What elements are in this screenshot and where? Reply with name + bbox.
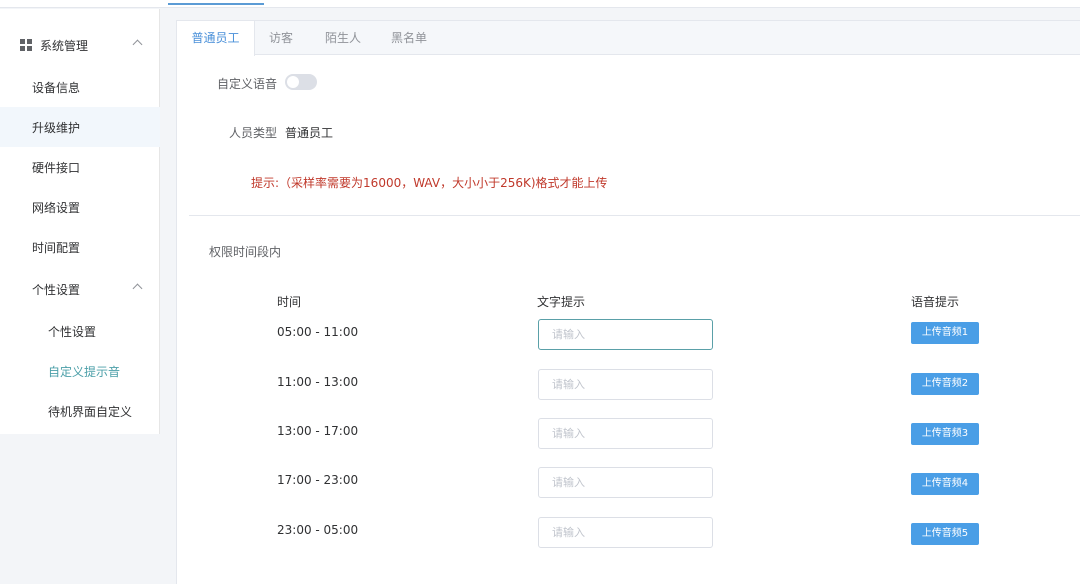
text-hint-input[interactable]	[538, 517, 713, 548]
row-time: 11:00 - 13:00	[277, 375, 359, 389]
custom-voice-label: 自定义语音	[216, 77, 277, 91]
upload-audio-button[interactable]: 上传音频4	[911, 473, 979, 495]
grid-icon	[20, 39, 32, 51]
sidebar-item-label: 自定义提示音	[48, 365, 121, 379]
text-hint-input[interactable]	[538, 418, 713, 449]
switch-knob	[287, 76, 299, 88]
sidebar-item-time[interactable]: 时间配置	[0, 227, 160, 267]
sidebar-item-device-info[interactable]: 设备信息	[0, 67, 160, 107]
sidebar-item-label: 网络设置	[32, 201, 81, 215]
chevron-up-icon	[132, 39, 143, 50]
text-hint-input[interactable]	[538, 369, 713, 400]
sidebar-subitem-custom-sound[interactable]: 自定义提示音	[0, 351, 160, 391]
sidebar-item-label: 个性设置	[48, 325, 97, 339]
sidebar-item-label: 硬件接口	[32, 161, 81, 175]
tab-bar: 普通员工 访客 陌生人 黑名单	[177, 21, 1080, 56]
section-title: 权限时间段内	[209, 245, 282, 259]
sidebar-item-network[interactable]: 网络设置	[0, 187, 160, 227]
main-panel: 普通员工 访客 陌生人 黑名单 自定义语音 人员类型 普通员工 提示:（采样率需…	[176, 20, 1080, 584]
sidebar-group-system-label: 系统管理	[40, 39, 89, 53]
sidebar-item-hardware[interactable]: 硬件接口	[0, 147, 160, 187]
sidebar-item-label: 设备信息	[32, 81, 81, 95]
top-nav-active-indicator	[168, 3, 264, 5]
upload-audio-button[interactable]: 上传音频3	[911, 423, 979, 445]
tab-blacklist[interactable]: 黑名单	[379, 21, 439, 55]
upload-audio-button[interactable]: 上传音频1	[911, 322, 979, 344]
person-type-value: 普通员工	[285, 126, 334, 140]
section-divider	[189, 215, 1080, 216]
tab-visitor[interactable]: 访客	[255, 21, 307, 55]
sidebar-item-upgrade[interactable]: 升级维护	[0, 107, 160, 147]
custom-voice-switch[interactable]	[285, 74, 317, 90]
column-header-text: 文字提示	[537, 295, 586, 309]
tab-stranger[interactable]: 陌生人	[313, 21, 373, 55]
sidebar-subitem-personal[interactable]: 个性设置	[0, 311, 160, 351]
sidebar-item-label: 升级维护	[32, 121, 81, 135]
text-hint-input[interactable]	[538, 319, 713, 350]
upload-audio-button[interactable]: 上传音频5	[911, 523, 979, 545]
row-time: 23:00 - 05:00	[277, 523, 359, 537]
sidebar: 系统管理 设备信息 升级维护 硬件接口 网络设置 时间配置 个性设置 个性设置 …	[0, 9, 160, 434]
sidebar-group-system[interactable]: 系统管理	[0, 25, 160, 65]
row-time: 05:00 - 11:00	[277, 325, 359, 339]
sidebar-item-label: 待机界面自定义	[48, 405, 133, 419]
sidebar-subitem-standby[interactable]: 待机界面自定义	[0, 391, 160, 431]
row-time: 17:00 - 23:00	[277, 473, 359, 487]
text-hint-input[interactable]	[538, 467, 713, 498]
tab-regular-staff[interactable]: 普通员工	[177, 21, 255, 56]
upload-audio-button[interactable]: 上传音频2	[911, 373, 979, 395]
sidebar-item-label: 时间配置	[32, 241, 81, 255]
upload-hint: 提示:（采样率需要为16000，WAV，大小小于256K)格式才能上传	[251, 176, 608, 190]
column-header-voice: 语音提示	[911, 295, 960, 309]
top-bar	[0, 0, 1080, 8]
person-type-label: 人员类型	[228, 126, 277, 140]
row-time: 13:00 - 17:00	[277, 424, 359, 438]
chevron-up-icon	[132, 283, 143, 294]
column-header-time: 时间	[277, 295, 302, 309]
sidebar-group-personal[interactable]: 个性设置	[0, 269, 160, 309]
sidebar-group-personal-label: 个性设置	[32, 283, 81, 297]
